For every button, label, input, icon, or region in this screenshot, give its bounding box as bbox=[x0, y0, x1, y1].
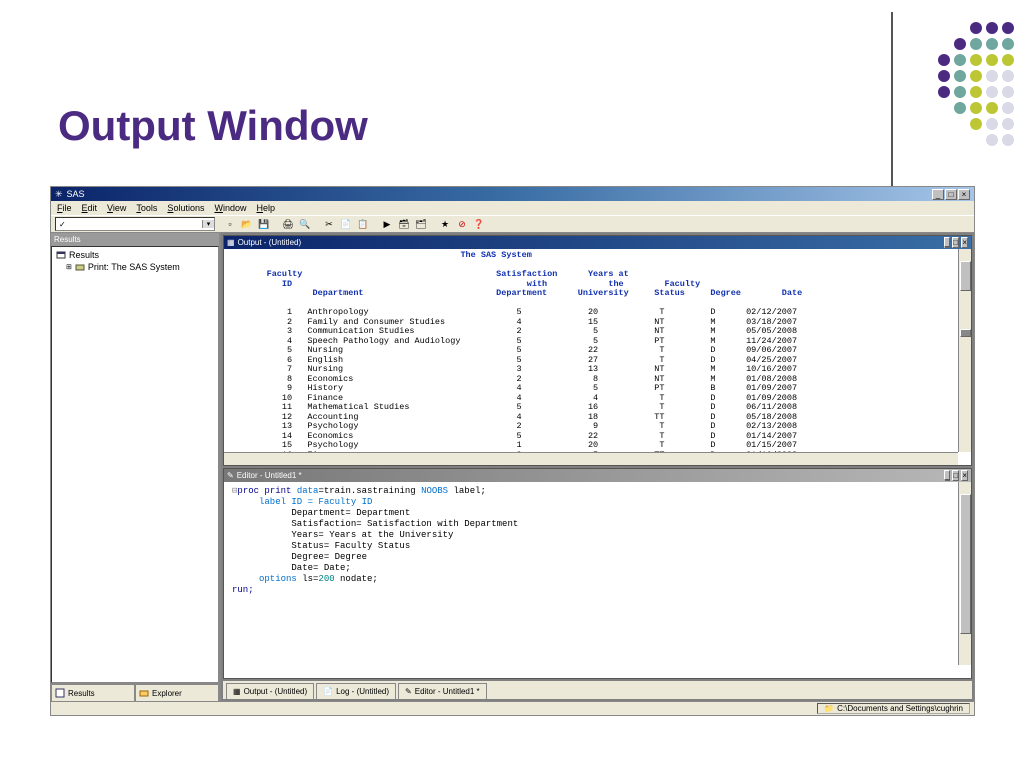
slide-title: Output Window bbox=[58, 102, 368, 150]
sidebar-tab-explorer[interactable]: Explorer bbox=[135, 684, 219, 701]
cut-icon[interactable]: ✂ bbox=[321, 217, 337, 232]
output-window-title: Output - (Untitled) bbox=[238, 238, 302, 247]
minimize-button[interactable]: _ bbox=[932, 189, 944, 200]
output-tab-icon: ▦ bbox=[233, 687, 241, 696]
output-scrollbar-horizontal[interactable] bbox=[224, 452, 958, 465]
expand-icon[interactable]: ⊞ bbox=[66, 263, 72, 271]
decoration-line bbox=[891, 12, 893, 190]
sidebar-tab-results-label: Results bbox=[68, 689, 95, 698]
menu-help[interactable]: Help bbox=[256, 203, 275, 213]
log-tab-icon: 📄 bbox=[323, 687, 333, 696]
workspace: Results Results ⊞ Print: The SAS System … bbox=[51, 233, 974, 701]
printer-icon bbox=[75, 262, 85, 272]
output-close-button[interactable]: × bbox=[961, 237, 968, 248]
menu-file[interactable]: File bbox=[57, 203, 72, 213]
results-pane-title: Results bbox=[51, 233, 219, 246]
mdi-tabstrip: ▦ Output - (Untitled) 📄 Log - (Untitled)… bbox=[223, 681, 972, 699]
sas-application-window: ✳ SAS _ □ × File Edit View Tools Solutio… bbox=[50, 186, 975, 716]
app-icon: ✳ bbox=[55, 189, 63, 200]
mdi-tab-log-label: Log - (Untitled) bbox=[336, 687, 389, 696]
mdi-tab-output-label: Output - (Untitled) bbox=[244, 687, 308, 696]
copy-icon[interactable]: 📄 bbox=[338, 217, 354, 232]
run-icon[interactable]: ▶ bbox=[379, 217, 395, 232]
libraries-icon[interactable]: 🗃 bbox=[396, 217, 412, 232]
editor-code[interactable]: ⊟proc print data=train.sastraining NOOBS… bbox=[224, 482, 971, 600]
check-icon: ✓ bbox=[59, 220, 66, 229]
paste-icon[interactable]: 📋 bbox=[355, 217, 371, 232]
editor-min-button[interactable]: _ bbox=[944, 470, 950, 481]
sidebar-tab-explorer-label: Explorer bbox=[152, 689, 182, 698]
help-icon[interactable]: ❓ bbox=[471, 217, 487, 232]
explorer-tab-icon bbox=[139, 688, 149, 698]
menu-tools[interactable]: Tools bbox=[136, 203, 157, 213]
explorer-icon[interactable]: 🗂 bbox=[413, 217, 429, 232]
editor-tab-icon: ✎ bbox=[405, 687, 412, 696]
editor-window: ✎ Editor - Untitled1 * _ □ × ⊟proc print… bbox=[223, 468, 972, 679]
tree-root[interactable]: Results bbox=[56, 250, 214, 260]
tree-child-label: Print: The SAS System bbox=[88, 262, 180, 272]
menu-edit[interactable]: Edit bbox=[82, 203, 98, 213]
results-tab-icon bbox=[55, 688, 65, 698]
menu-solutions[interactable]: Solutions bbox=[167, 203, 204, 213]
close-button[interactable]: × bbox=[958, 189, 970, 200]
menu-view[interactable]: View bbox=[107, 203, 126, 213]
stop-icon[interactable]: ⊘ bbox=[454, 217, 470, 232]
statusbar: 📁 C:\Documents and Settings\cughrin bbox=[51, 701, 974, 715]
maximize-button[interactable]: □ bbox=[945, 189, 957, 200]
preview-icon[interactable]: 🔍 bbox=[297, 217, 313, 232]
open-icon[interactable]: 📂 bbox=[239, 217, 255, 232]
save-icon[interactable]: 💾 bbox=[256, 217, 272, 232]
toolbar: ✓ ▾ ▫ 📂 💾 🖨 🔍 ✂ 📄 📋 ▶ 🗃 🗂 ★ ⊘ ❓ bbox=[51, 215, 974, 233]
editor-scrollbar-vertical[interactable] bbox=[958, 482, 971, 665]
mdi-tab-editor[interactable]: ✎ Editor - Untitled1 * bbox=[398, 683, 487, 699]
output-body[interactable]: The SAS System Faculty Satisfaction Year… bbox=[224, 249, 971, 465]
mdi-tab-editor-label: Editor - Untitled1 * bbox=[415, 687, 480, 696]
folder-icon: 📁 bbox=[824, 704, 834, 713]
output-max-button[interactable]: □ bbox=[952, 237, 959, 248]
statusbar-path: 📁 C:\Documents and Settings\cughrin bbox=[817, 703, 970, 714]
editor-body[interactable]: ⊟proc print data=train.sastraining NOOBS… bbox=[224, 482, 971, 678]
dropdown-icon[interactable]: ▾ bbox=[202, 220, 214, 228]
editor-window-title: Editor - Untitled1 * bbox=[237, 471, 302, 480]
output-window: ▦ Output - (Untitled) _ □ × The SAS Syst… bbox=[223, 235, 972, 466]
menubar: File Edit View Tools Solutions Window He… bbox=[51, 201, 974, 215]
output-scrollbar-vertical[interactable] bbox=[958, 249, 971, 452]
editor-window-icon: ✎ bbox=[227, 471, 234, 480]
results-root-icon bbox=[56, 250, 66, 260]
mdi-tab-log[interactable]: 📄 Log - (Untitled) bbox=[316, 683, 396, 699]
app-titlebar[interactable]: ✳ SAS _ □ × bbox=[51, 187, 974, 201]
sidebar-tabstrip: Results Explorer bbox=[51, 683, 219, 701]
sidebar-tab-results[interactable]: Results bbox=[51, 684, 135, 701]
new-icon[interactable]: ▫ bbox=[222, 217, 238, 232]
editor-titlebar[interactable]: ✎ Editor - Untitled1 * _ □ × bbox=[224, 469, 971, 482]
editor-close-button[interactable]: × bbox=[961, 470, 968, 481]
output-window-icon: ▦ bbox=[227, 238, 235, 247]
decoration-dots bbox=[904, 22, 1014, 150]
editor-max-button[interactable]: □ bbox=[952, 470, 959, 481]
results-sidebar: Results Results ⊞ Print: The SAS System … bbox=[51, 233, 221, 701]
mdi-tab-output[interactable]: ▦ Output - (Untitled) bbox=[226, 683, 314, 699]
output-titlebar[interactable]: ▦ Output - (Untitled) _ □ × bbox=[224, 236, 971, 249]
app-title: SAS bbox=[67, 189, 85, 199]
output-listing: The SAS System Faculty Satisfaction Year… bbox=[224, 249, 971, 465]
submit-icon[interactable]: ★ bbox=[437, 217, 453, 232]
tree-child[interactable]: ⊞ Print: The SAS System bbox=[56, 262, 214, 272]
mdi-area: ▦ Output - (Untitled) _ □ × The SAS Syst… bbox=[221, 233, 974, 701]
tree-root-label: Results bbox=[69, 250, 99, 260]
output-min-button[interactable]: _ bbox=[944, 237, 950, 248]
statusbar-path-text: C:\Documents and Settings\cughrin bbox=[837, 704, 963, 713]
results-tree[interactable]: Results ⊞ Print: The SAS System bbox=[51, 246, 219, 683]
print-icon[interactable]: 🖨 bbox=[280, 217, 296, 232]
command-box[interactable]: ✓ ▾ bbox=[55, 217, 215, 231]
menu-window[interactable]: Window bbox=[214, 203, 246, 213]
